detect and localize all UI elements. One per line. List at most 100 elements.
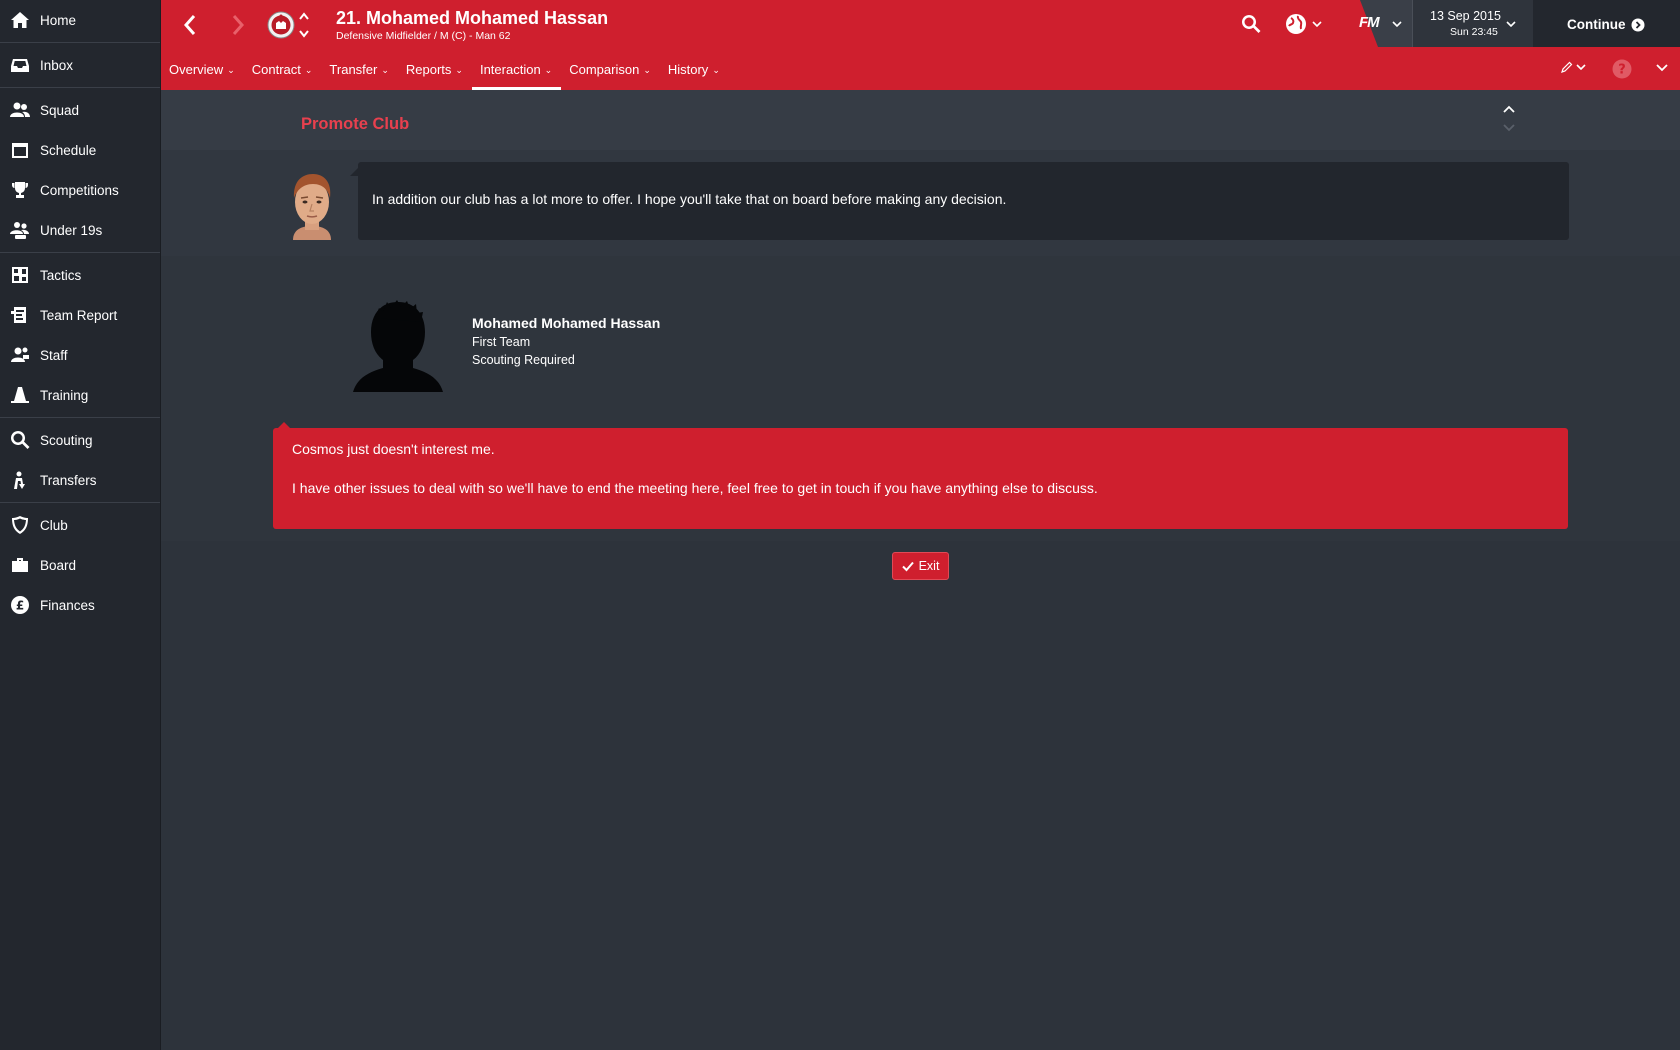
chevron-down-icon: [1392, 21, 1402, 27]
player-reply-line: I have other issues to deal with so we'l…: [292, 480, 1098, 496]
calendar-icon: [10, 140, 30, 160]
sidebar-item-home[interactable]: Home: [0, 0, 160, 40]
search-icon: [1242, 15, 1261, 33]
sidebar-item-label: Club: [40, 517, 68, 533]
tab-history[interactable]: History ⌄: [660, 55, 729, 90]
sidebar-item-label: Training: [40, 387, 89, 403]
sidebar-item-competitions[interactable]: Competitions: [0, 170, 160, 210]
back-button[interactable]: [175, 10, 205, 40]
player-reply-line: Cosmos just doesn't interest me.: [292, 441, 495, 457]
svg-text:£: £: [16, 599, 24, 613]
trophy-icon: [10, 180, 30, 200]
player-reply-bubble: Cosmos just doesn't interest me. I have …: [273, 422, 1568, 529]
current-date: 13 Sep 2015: [1430, 9, 1501, 23]
sidebar-item-label: Scouting: [40, 432, 93, 448]
sidebar-divider: [0, 87, 160, 88]
manager-message-row: In addition our club has a lot more to o…: [161, 150, 1680, 256]
magnifier-icon: [10, 430, 30, 450]
sidebar-item-staff[interactable]: Staff: [0, 335, 160, 375]
sidebar-item-label: Home: [40, 12, 77, 28]
sidebar-item-board[interactable]: Board: [0, 545, 160, 585]
sidebar-divider: [0, 42, 160, 43]
manager-avatar: [285, 170, 339, 240]
report-icon: [10, 305, 30, 325]
shield-icon: [10, 515, 30, 535]
tab-reports[interactable]: Reports ⌄: [398, 55, 472, 90]
globe-icon: [1286, 14, 1306, 34]
section-title: Promote Club: [301, 115, 410, 133]
tab-interaction[interactable]: Interaction ⌄: [471, 55, 562, 90]
sidebar-item-finances[interactable]: £ Finances: [0, 585, 160, 625]
sidebar-item-scouting[interactable]: Scouting: [0, 420, 160, 460]
tab-bar: Overview ⌄ Contract ⌄ Transfer ⌄ Reports ⌄ I…: [161, 55, 729, 90]
manager-message-text: In addition our club has a lot more to o…: [372, 191, 1007, 207]
sidebar-item-label: Inbox: [40, 57, 74, 73]
exit-button[interactable]: Exit: [892, 552, 949, 580]
chevron-left-icon: [183, 15, 196, 35]
club-crest-icon[interactable]: [267, 10, 295, 40]
home-icon: [10, 10, 30, 30]
squad-icon: [10, 100, 30, 120]
chevron-down-icon: [1312, 21, 1322, 27]
edit-menu-button[interactable]: [1561, 61, 1586, 73]
forward-button[interactable]: [223, 10, 253, 40]
fm-logo: FM: [1359, 14, 1380, 31]
scouting-status: Scouting Required: [472, 353, 575, 367]
staff-icon: [10, 345, 30, 365]
player-team: First Team: [472, 335, 531, 349]
sidebar-item-label: Schedule: [40, 142, 97, 158]
pencil-icon: [1561, 61, 1573, 73]
tactics-icon: [10, 265, 30, 285]
sidebar-item-team-report[interactable]: Team Report: [0, 295, 160, 335]
svg-text:?: ?: [1618, 63, 1626, 78]
sidebar-item-under19s[interactable]: Under 19s: [0, 210, 160, 250]
pound-icon: £: [10, 595, 30, 615]
world-menu-button[interactable]: [1285, 13, 1322, 35]
sidebar-item-inbox[interactable]: Inbox: [0, 45, 160, 85]
sidebar-item-label: Transfers: [40, 472, 97, 488]
tab-overview[interactable]: Overview ⌄: [161, 55, 244, 90]
transfer-icon: [10, 470, 30, 490]
player-response-panel: Mohamed Mohamed Hassan First Team Scouti…: [161, 256, 1680, 541]
sidebar-item-label: Board: [40, 557, 77, 573]
sidebar: Home Inbox Squad Schedule Competitions U…: [0, 0, 161, 1050]
chevron-down-icon: [1656, 64, 1668, 72]
sidebar-item-transfers[interactable]: Transfers: [0, 460, 160, 500]
continue-label: Continue: [1567, 17, 1626, 32]
player-switch-arrows-icon[interactable]: [298, 11, 310, 39]
checkmark-icon: [901, 561, 914, 572]
chevron-right-icon: [232, 15, 245, 35]
exit-label: Exit: [918, 559, 940, 573]
sidebar-item-label: Competitions: [40, 182, 119, 198]
sidebar-divider: [0, 502, 160, 503]
player-subtitle: Defensive Midfielder / M (C) - Man 62: [336, 30, 511, 42]
sidebar-divider: [0, 417, 160, 418]
sidebar-item-club[interactable]: Club: [0, 505, 160, 545]
collapse-toggle-icon[interactable]: [1502, 103, 1516, 133]
tab-comparison[interactable]: Comparison ⌄: [561, 55, 660, 90]
more-menu-button[interactable]: [1656, 64, 1668, 72]
help-icon: ?: [1612, 59, 1632, 79]
sidebar-item-label: Tactics: [40, 267, 82, 283]
search-button[interactable]: [1241, 14, 1261, 34]
under19-icon: [10, 220, 30, 240]
tab-transfer[interactable]: Transfer ⌄: [321, 55, 397, 90]
chevron-down-icon: [1506, 21, 1516, 27]
cone-icon: [10, 385, 30, 405]
section-header: Promote Club: [161, 90, 1680, 150]
sidebar-item-training[interactable]: Training: [0, 375, 160, 415]
tab-contract[interactable]: Contract ⌄: [244, 55, 322, 90]
player-silhouette-avatar: [353, 300, 443, 392]
sidebar-item-label: Team Report: [40, 307, 118, 323]
help-button[interactable]: ?: [1612, 59, 1632, 79]
sidebar-divider: [0, 252, 160, 253]
sidebar-item-squad[interactable]: Squad: [0, 90, 160, 130]
player-title: 21. Mohamed Mohamed Hassan: [336, 8, 609, 28]
sidebar-item-label: Squad: [40, 102, 80, 118]
player-name[interactable]: Mohamed Mohamed Hassan: [472, 315, 660, 331]
briefcase-icon: [10, 555, 30, 575]
sidebar-item-schedule[interactable]: Schedule: [0, 130, 160, 170]
manager-speech-bubble: In addition our club has a lot more to o…: [350, 162, 1569, 240]
sidebar-item-tactics[interactable]: Tactics: [0, 255, 160, 295]
chevron-down-icon: [1576, 64, 1586, 70]
